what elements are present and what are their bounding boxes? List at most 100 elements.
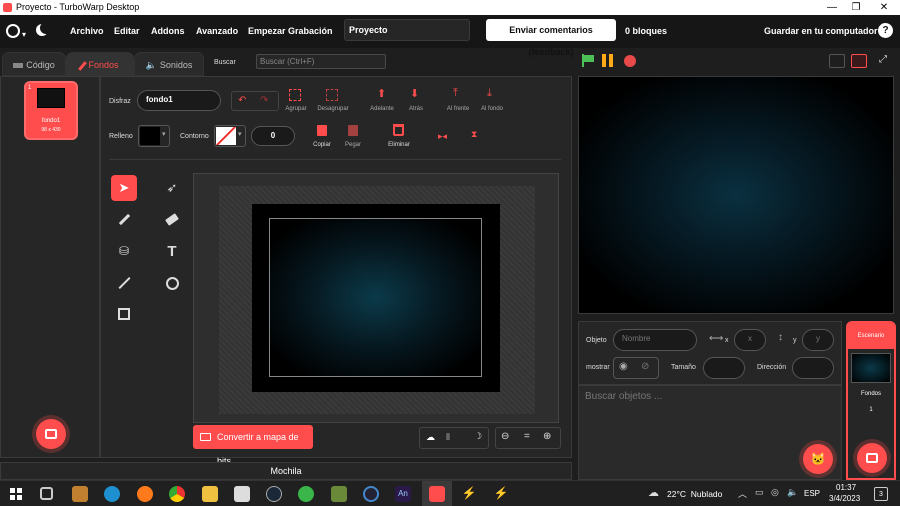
tab-costumes[interactable]: Fondos (66, 52, 134, 76)
fullscreen-icon[interactable]: ⤢ (876, 54, 890, 68)
convert-to-bitmap-button[interactable]: Convertir a mapa de bits (193, 425, 313, 466)
eraser-tool[interactable] (159, 206, 185, 232)
tab-code[interactable]: Código (2, 52, 66, 76)
outline-size-input[interactable]: 0 (251, 126, 295, 146)
y-input[interactable]: y (802, 329, 834, 351)
app-icon-robot[interactable] (234, 486, 250, 502)
windows-start-icon[interactable] (10, 488, 22, 500)
edge-icon[interactable] (104, 486, 120, 502)
ungroup-icon[interactable] (326, 89, 338, 101)
backward-icon[interactable]: ⬇ (410, 87, 419, 100)
close-window-button[interactable]: ✕ (870, 0, 898, 15)
small-stage-icon[interactable] (829, 54, 845, 68)
add-backdrop-button[interactable] (36, 419, 66, 449)
eye-icon[interactable]: ◉ (619, 361, 628, 372)
forward-icon[interactable]: ⬆ (377, 87, 386, 100)
turbowarp-active-task[interactable] (422, 481, 452, 506)
task-view-icon[interactable] (40, 487, 53, 500)
stage-target-panel[interactable]: Escenario Fondos 1 (846, 321, 896, 480)
add-stage-backdrop-button[interactable] (857, 443, 887, 473)
theme-toggle-icon[interactable]: ☽ (474, 431, 482, 442)
mode-vector-icon[interactable]: ⦀ (446, 432, 450, 443)
chrome-icon[interactable] (169, 486, 185, 502)
outline-color-picker[interactable]: ▾ (214, 125, 246, 147)
line-tool[interactable] (111, 270, 137, 296)
volume-icon[interactable]: 🔈 (787, 487, 798, 498)
costume-label: Disfraz (109, 98, 131, 105)
menu-empezar-grabacion[interactable]: Empezar Grabación (248, 26, 333, 36)
steam-icon[interactable] (266, 486, 282, 502)
app-icon-circle[interactable] (363, 486, 379, 502)
zoom-out-icon[interactable]: ⊖ (501, 431, 509, 442)
save-to-computer-button[interactable]: Guardar en tu computador (764, 26, 878, 36)
stop-icon[interactable] (624, 55, 636, 67)
menu-archivo[interactable]: Archivo (70, 26, 104, 36)
menu-addons[interactable]: Addons (151, 26, 185, 36)
back-icon[interactable]: ⤓ (487, 87, 492, 100)
copy-icon[interactable] (317, 125, 327, 136)
flip-horizontal-icon[interactable]: ▸◂ (438, 131, 447, 142)
group-icon[interactable] (289, 89, 301, 101)
help-icon[interactable]: ? (878, 23, 893, 38)
turbowarp-packager-icon[interactable]: ⚡ (461, 486, 477, 502)
app-icon-package[interactable] (72, 486, 88, 502)
network-icon[interactable]: ◎ (771, 487, 779, 498)
clock-time[interactable]: 01:37 (836, 483, 856, 492)
rectangle-tool[interactable] (111, 301, 137, 327)
undo-icon[interactable]: ↶ (238, 95, 246, 106)
tab-sounds[interactable]: 🔈 Sonidos (134, 52, 204, 76)
costume-item[interactable]: 1 fondo1 98 x 430 (24, 81, 78, 140)
feedback-button[interactable]: Enviar comentarios (feedback) (486, 19, 616, 57)
zoom-in-icon[interactable]: ⊕ (543, 431, 551, 442)
flip-vertical-icon[interactable]: ⧗ (471, 129, 477, 140)
fill-tool[interactable]: ⛁ (111, 238, 137, 264)
circle-tool[interactable] (159, 270, 185, 296)
backpack-bar[interactable]: Mochila (0, 462, 572, 480)
pause-icon[interactable] (601, 54, 615, 67)
menu-avanzado[interactable]: Avanzado (196, 26, 238, 36)
large-stage-icon[interactable] (851, 54, 867, 68)
trash-icon[interactable] (393, 124, 404, 136)
menu-editar[interactable]: Editar (114, 26, 140, 36)
costume-name-input[interactable]: fondo1 (137, 90, 221, 111)
redo-icon[interactable]: ↷ (260, 95, 268, 106)
chevron-down-icon[interactable]: ▾ (22, 30, 26, 39)
direction-input[interactable] (792, 357, 834, 379)
minecraft-icon[interactable] (331, 486, 347, 502)
paste-icon[interactable] (348, 125, 358, 136)
animate-icon[interactable]: An (395, 486, 411, 502)
direction-label: Dirección (757, 364, 787, 371)
select-tool[interactable]: ➤ (111, 175, 137, 201)
eye-off-icon[interactable]: ⊘ (641, 361, 649, 372)
front-icon[interactable]: ⤒ (453, 87, 458, 100)
green-flag-icon[interactable] (581, 54, 595, 67)
globe-icon[interactable] (6, 24, 20, 38)
tray-chevron-icon[interactable]: ︿ (738, 487, 747, 500)
mode-bitmap-icon[interactable]: ☁ (426, 432, 435, 443)
zoom-reset-icon[interactable]: = (524, 431, 530, 442)
x-input[interactable]: x (734, 329, 766, 351)
search-input[interactable]: Buscar (Ctrl+F) (256, 54, 386, 69)
turbowarp-icon-2[interactable]: ⚡ (493, 486, 509, 502)
stage[interactable] (578, 76, 894, 314)
reshape-tool[interactable]: ➶ (159, 175, 185, 201)
battery-icon[interactable]: ▭ (755, 487, 764, 498)
theme-moon-icon[interactable] (40, 22, 52, 34)
text-tool[interactable]: T (159, 238, 185, 264)
clock-date[interactable]: 3/4/2023 (829, 494, 860, 503)
file-explorer-icon[interactable] (202, 486, 218, 502)
app-icon-green[interactable] (298, 486, 314, 502)
notification-icon[interactable]: 3 (874, 487, 888, 501)
language-indicator[interactable]: ESP (804, 489, 820, 498)
sprite-search-input[interactable]: Buscar objetos ... (585, 391, 662, 402)
weather-text[interactable]: 22°C Nublado (667, 489, 722, 499)
restore-button[interactable]: ❐ (842, 0, 870, 15)
add-sprite-button[interactable]: 🐱 (803, 444, 833, 474)
fill-color-picker[interactable]: ▾ (138, 125, 170, 147)
firefox-icon[interactable] (137, 486, 153, 502)
brush-tool[interactable] (111, 206, 137, 232)
sprite-name-input[interactable]: Nombre (613, 329, 697, 351)
project-name-input[interactable]: Proyecto (344, 19, 470, 41)
paint-canvas-area[interactable] (193, 173, 559, 423)
size-input[interactable] (703, 357, 745, 379)
